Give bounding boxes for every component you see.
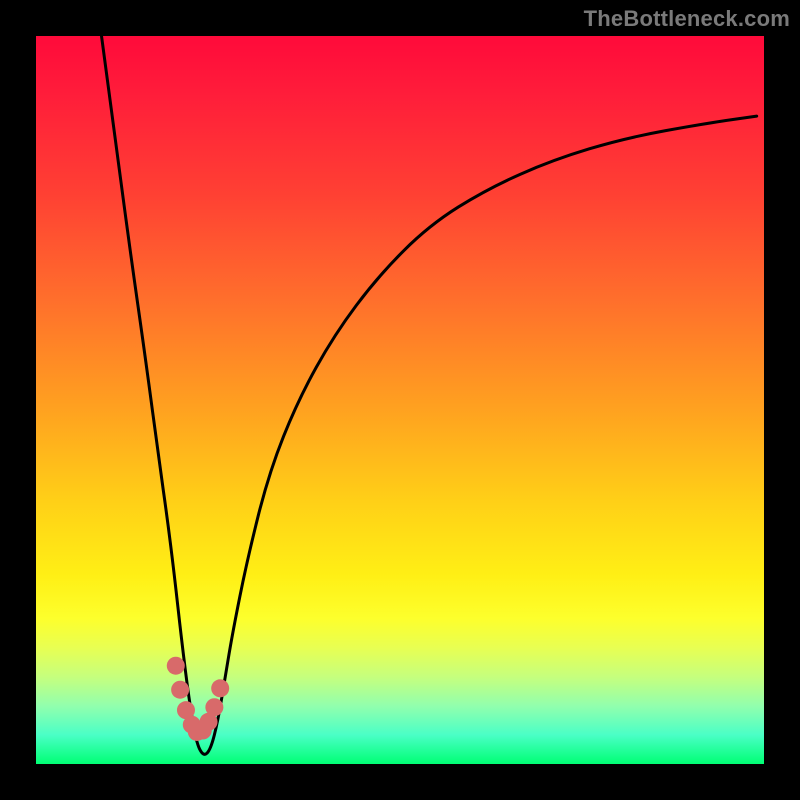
series-container [102, 36, 757, 754]
chart-frame: TheBottleneck.com [0, 0, 800, 800]
highlight-dot [211, 679, 229, 697]
watermark-text: TheBottleneck.com [584, 6, 790, 32]
chart-svg [36, 36, 764, 764]
curve-path [102, 36, 757, 754]
plot-area [36, 36, 764, 764]
highlight-dot [205, 698, 223, 716]
highlight-dot [171, 681, 189, 699]
highlight-dot [167, 657, 185, 675]
